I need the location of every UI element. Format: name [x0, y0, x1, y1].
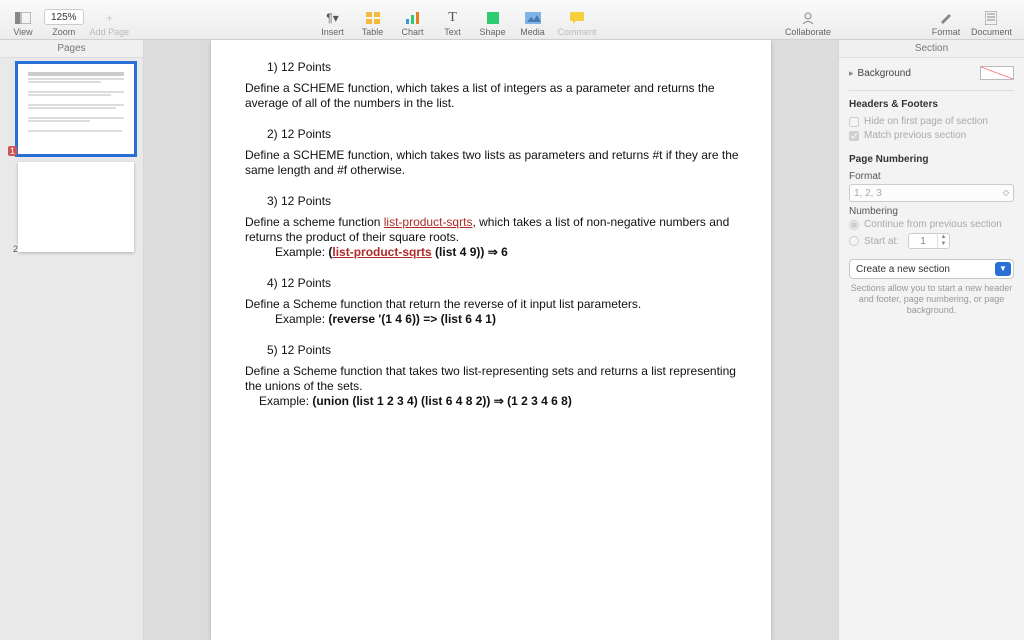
text-icon: T — [444, 11, 462, 25]
document-button[interactable]: Document — [971, 11, 1012, 37]
collaborate-icon — [799, 11, 817, 25]
media-button[interactable]: Media — [518, 11, 548, 37]
view-button[interactable]: View — [8, 11, 38, 37]
chevron-right-icon: ▸ — [849, 68, 854, 78]
table-button[interactable]: Table — [358, 11, 388, 37]
pages-thumbnails[interactable]: 1 2 — [0, 58, 143, 640]
stepper-down-icon[interactable]: ▼ — [938, 241, 949, 248]
paragraph-icon: ¶▾ — [324, 11, 342, 25]
main-area: Pages 1 2 1) 12 Points De — [0, 40, 1024, 640]
chart-button[interactable]: Chart — [398, 11, 428, 37]
start-at-stepper[interactable]: 1▲▼ — [908, 233, 950, 249]
shape-button[interactable]: Shape — [478, 11, 508, 37]
page-number-format-select[interactable]: 1, 2, 3 — [849, 184, 1014, 202]
headers-footers-title: Headers & Footers — [849, 99, 1014, 110]
page-thumbnail-1[interactable]: 1 — [10, 64, 133, 154]
inspector-panel: Section ▸Background Headers & Footers Hi… — [838, 40, 1024, 640]
section-hint: Sections allow you to start a new header… — [849, 283, 1014, 315]
comment-icon — [568, 11, 586, 25]
chart-icon — [404, 11, 422, 25]
question-4: 4) 12 Points Define a Scheme function th… — [245, 276, 741, 327]
brush-icon — [937, 11, 955, 25]
spellcheck-word: list-product-sqrts — [384, 215, 473, 229]
chevron-down-icon[interactable]: ▼ — [995, 262, 1011, 276]
zoom-readout[interactable]: 125% — [44, 9, 84, 25]
question-1: 1) 12 Points Define a SCHEME function, w… — [245, 60, 741, 111]
numbering-label: Numbering — [849, 206, 1014, 217]
add-page-button[interactable]: + Add Page — [90, 11, 130, 37]
spellcheck-word: list-product-sqrts — [332, 245, 431, 259]
insert-button[interactable]: ¶▾ Insert — [318, 11, 348, 37]
question-5: 5) 12 Points Define a Scheme function th… — [245, 343, 741, 409]
media-icon — [524, 11, 542, 25]
create-section-button[interactable]: Create a new section ▼ — [849, 259, 1014, 279]
inspector-header: Section — [839, 40, 1024, 58]
comment-button[interactable]: Comment — [558, 11, 597, 37]
document-page[interactable]: 1) 12 Points Define a SCHEME function, w… — [211, 40, 771, 640]
toolbar: View 125% Zoom + Add Page ¶▾ Insert Tabl… — [0, 0, 1024, 40]
stepper-up-icon[interactable]: ▲ — [938, 234, 949, 241]
add-page-icon: + — [100, 11, 118, 25]
table-icon — [364, 11, 382, 25]
format-button[interactable]: Format — [931, 11, 961, 37]
background-swatch[interactable] — [980, 66, 1014, 80]
shape-icon — [484, 11, 502, 25]
question-2: 2) 12 Points Define a SCHEME function, w… — [245, 127, 741, 178]
hide-first-page-checkbox[interactable]: Hide on first page of section — [849, 116, 1014, 127]
view-icon — [14, 11, 32, 25]
document-canvas[interactable]: 1) 12 Points Define a SCHEME function, w… — [144, 40, 838, 640]
pages-sidebar: Pages 1 2 — [0, 40, 144, 640]
pages-sidebar-header: Pages — [0, 40, 143, 58]
start-at-radio[interactable]: Start at: 1▲▼ — [849, 233, 1014, 249]
match-previous-checkbox[interactable]: Match previous section — [849, 130, 1014, 141]
continue-numbering-radio[interactable]: Continue from previous section — [849, 219, 1014, 230]
question-3: 3) 12 Points Define a scheme function li… — [245, 194, 741, 260]
text-button[interactable]: T Text — [438, 11, 468, 37]
document-icon — [982, 11, 1000, 25]
format-label: Format — [849, 171, 1014, 182]
page-thumbnail-2[interactable]: 2 — [10, 162, 133, 252]
page-numbering-title: Page Numbering — [849, 154, 1014, 165]
background-row[interactable]: ▸Background — [849, 66, 1014, 80]
collaborate-button[interactable]: Collaborate — [785, 11, 831, 37]
zoom-control[interactable]: 125% Zoom — [44, 9, 84, 37]
